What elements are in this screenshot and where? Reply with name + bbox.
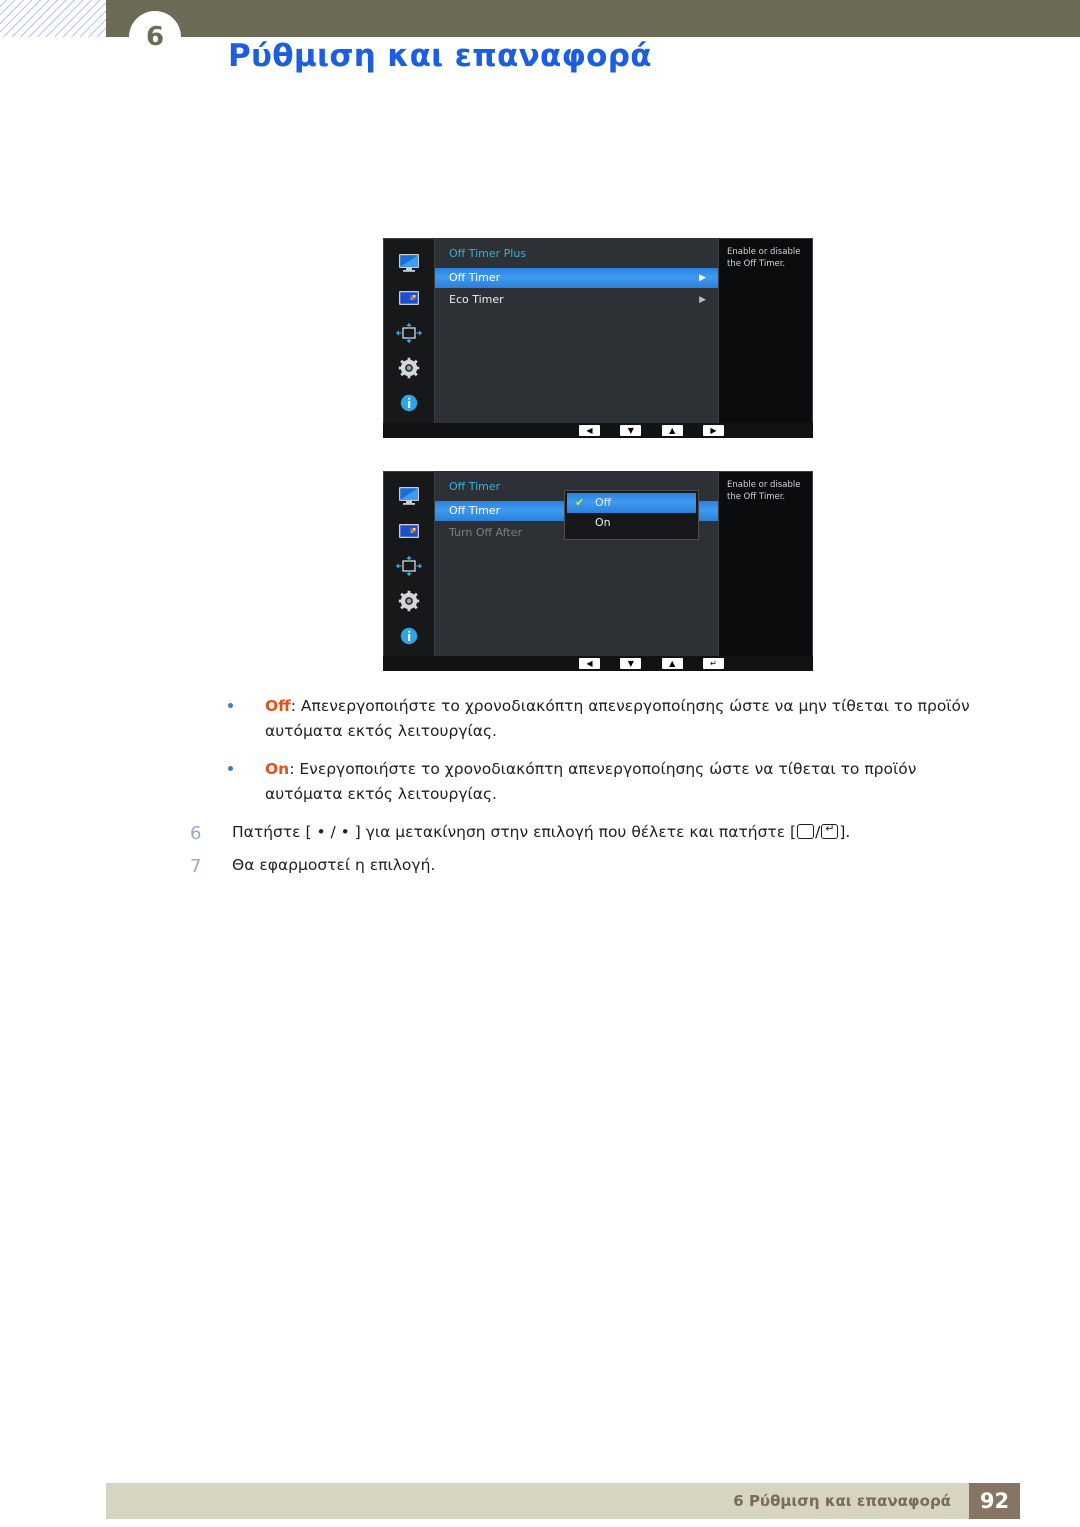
osd-option-on[interactable]: On: [565, 513, 698, 533]
footer-bar: 6 Ρύθμιση και επαναφορά: [106, 1483, 969, 1519]
screen-adjust-icon[interactable]: [395, 322, 423, 344]
nav-right-icon[interactable]: ▶: [702, 425, 724, 436]
bullet-item-off: Off: Απενεργοποιήστε το χρονοδιακόπτη απ…: [228, 694, 998, 744]
chapter-number-badge: 6: [129, 11, 181, 63]
osd-window: Off Timer Off Timer Turn Off After ✔ Off…: [383, 471, 813, 671]
osd-menu-title: Off Timer: [449, 480, 501, 493]
osd-help-panel: Enable or disable the Off Timer.: [718, 238, 813, 430]
bullet-body: Απενεργοποιήστε το χρονοδιακόπτη απενεργ…: [265, 697, 970, 741]
bullet-separator: :: [289, 760, 300, 778]
footer-text: 6 Ρύθμιση και επαναφορά: [733, 1492, 951, 1510]
bullet-item-on: On: Ενεργοποιήστε το χρονοδιακόπτη απενε…: [228, 757, 998, 807]
picture-color-icon[interactable]: [395, 520, 423, 542]
step-6: 6 Πατήστε [ • / • ] για μετακίνηση στην …: [190, 820, 990, 845]
chevron-right-icon: ▶: [699, 273, 706, 283]
osd-nav-keys: ◀ ▼ ▲ ▶: [579, 425, 724, 436]
info-icon[interactable]: [395, 392, 423, 414]
step-text-before: Πατήστε [ • / • ] για μετακίνηση στην επ…: [232, 823, 797, 841]
step-number: 7: [190, 856, 202, 877]
osd-option-off[interactable]: ✔ Off: [567, 493, 696, 513]
chevron-right-icon: ▶: [699, 295, 706, 305]
menu-key-icon: [797, 824, 815, 839]
display-icon[interactable]: [395, 485, 423, 507]
gear-icon[interactable]: [395, 357, 423, 379]
osd-sidebar: [383, 238, 435, 438]
osd-option-dropdown: ✔ Off On: [564, 490, 699, 540]
osd-menu-item-off-timer[interactable]: Off Timer ▶: [435, 268, 718, 288]
page-title: Ρύθμιση και επαναφορά: [228, 38, 652, 74]
osd-option-label: On: [595, 516, 611, 529]
nav-left-icon[interactable]: ◀: [579, 425, 600, 436]
step-text: Πατήστε [ • / • ] για μετακίνηση στην επ…: [232, 820, 990, 845]
nav-left-icon[interactable]: ◀: [579, 658, 600, 669]
bullet-text: On: Ενεργοποιήστε το χρονοδιακόπτη απενε…: [265, 757, 998, 807]
osd-help-panel: Enable or disable the Off Timer.: [718, 471, 813, 663]
step-7: 7 Θα εφαρμοστεί η επιλογή.: [190, 853, 990, 878]
bullet-text: Off: Απενεργοποιήστε το χρονοδιακόπτη απ…: [265, 694, 998, 744]
step-text-after: ].: [839, 823, 851, 841]
bullet-keyword: On: [265, 760, 290, 778]
osd-menu-panel: Off Timer Off Timer Turn Off After ✔ Off…: [435, 471, 718, 663]
osd-nav-bar: ◀ ▼ ▲ ▶: [383, 423, 813, 438]
nav-down-icon[interactable]: ▼: [620, 425, 642, 436]
decorative-hatch-pattern: [0, 0, 106, 37]
osd-screenshot-off-timer-plus: Off Timer Plus Off Timer ▶ Eco Timer ▶ E…: [383, 238, 813, 438]
footer-page-number: 92: [969, 1483, 1020, 1519]
osd-menu-item-eco-timer[interactable]: Eco Timer ▶: [435, 290, 718, 310]
bullet-body: Ενεργοποιήστε το χρονοδιακόπτη απενεργοπ…: [265, 760, 917, 804]
nav-down-icon[interactable]: ▼: [620, 658, 642, 669]
osd-help-text: Enable or disable the Off Timer.: [727, 480, 801, 502]
step-number: 6: [190, 823, 202, 844]
step-text-middle: /: [815, 823, 821, 841]
screen-adjust-icon[interactable]: [395, 555, 423, 577]
osd-menu-item-label: Eco Timer: [449, 293, 504, 306]
nav-up-icon[interactable]: ▲: [661, 425, 683, 436]
enter-key-icon: [821, 821, 839, 839]
picture-color-icon[interactable]: [395, 287, 423, 309]
nav-enter-icon[interactable]: ↵: [702, 658, 724, 669]
nav-up-icon[interactable]: ▲: [661, 658, 683, 669]
osd-menu-item-label: Off Timer: [449, 504, 501, 517]
header-bar: [106, 0, 1080, 37]
bullet-keyword: Off: [265, 697, 291, 715]
osd-menu-item-label: Off Timer: [449, 271, 501, 284]
osd-window: Off Timer Plus Off Timer ▶ Eco Timer ▶ E…: [383, 238, 813, 438]
osd-nav-bar: ◀ ▼ ▲ ↵: [383, 656, 813, 671]
step-text: Θα εφαρμοστεί η επιλογή.: [232, 856, 436, 874]
osd-screenshot-off-timer: Off Timer Off Timer Turn Off After ✔ Off…: [383, 471, 813, 671]
osd-menu-item-label: Turn Off After: [449, 526, 522, 539]
display-icon[interactable]: [395, 252, 423, 274]
bullet-dot-icon: [228, 766, 233, 771]
osd-nav-keys: ◀ ▼ ▲ ↵: [579, 658, 724, 669]
osd-menu-title: Off Timer Plus: [449, 247, 527, 260]
osd-sidebar: [383, 471, 435, 671]
osd-menu-panel: Off Timer Plus Off Timer ▶ Eco Timer ▶: [435, 238, 718, 430]
checkmark-icon: ✔: [575, 496, 585, 509]
osd-help-text: Enable or disable the Off Timer.: [727, 247, 801, 269]
bullet-separator: :: [290, 697, 301, 715]
info-icon[interactable]: [395, 625, 423, 647]
gear-icon[interactable]: [395, 590, 423, 612]
bullet-dot-icon: [228, 703, 233, 708]
osd-option-label: Off: [595, 496, 612, 509]
